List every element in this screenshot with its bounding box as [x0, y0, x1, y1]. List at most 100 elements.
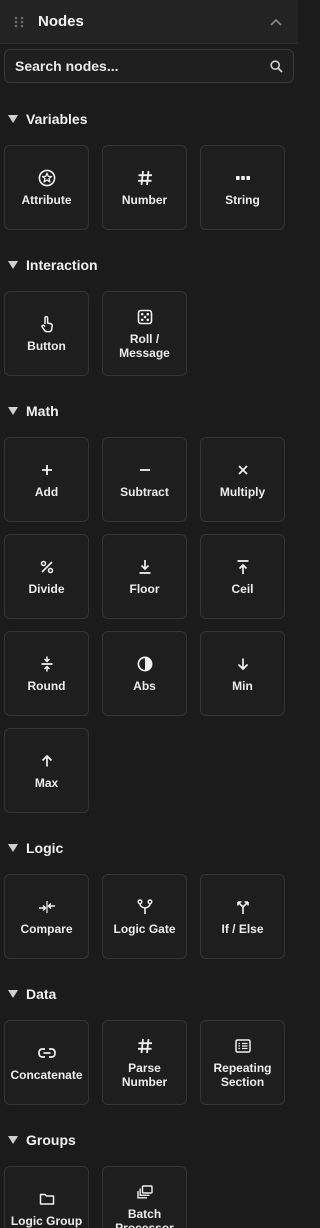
section-interaction: Interaction Button Roll / Message	[0, 255, 298, 376]
caret-down-icon	[8, 114, 18, 124]
node-logic-gate[interactable]: Logic Gate	[102, 874, 187, 959]
minus-icon	[136, 461, 154, 479]
round-icon	[38, 655, 56, 673]
node-label: Round	[27, 678, 66, 693]
node-label: Batch Processor	[115, 1206, 174, 1228]
node-label: Logic Gate	[113, 921, 176, 936]
caret-down-icon	[8, 843, 18, 853]
collapse-button[interactable]	[266, 12, 286, 32]
node-label: Parse Number	[121, 1060, 168, 1089]
section-variables: Variables Attribute Number String	[0, 109, 298, 230]
node-label: Roll / Message	[119, 331, 170, 360]
section-title: Logic	[26, 840, 64, 856]
node-label: Max	[34, 775, 59, 790]
times-icon	[234, 461, 252, 479]
section-header-variables[interactable]: Variables	[0, 109, 298, 129]
section-data: Data Concatenate Parse Number Repeating …	[0, 984, 298, 1105]
node-label: Compare	[20, 921, 73, 936]
ceil-icon	[234, 558, 252, 576]
plus-icon	[38, 461, 56, 479]
split-icon	[234, 898, 252, 916]
node-number[interactable]: Number	[102, 145, 187, 230]
node-label: Repeating Section	[213, 1060, 272, 1089]
node-abs[interactable]: Abs	[102, 631, 187, 716]
node-round[interactable]: Round	[4, 631, 89, 716]
node-label: Add	[34, 484, 59, 499]
link-icon	[37, 1044, 56, 1062]
folder-icon	[38, 1190, 56, 1208]
arrow-down-icon	[234, 655, 252, 673]
nodes-panel: Nodes Variables	[0, 0, 298, 1228]
section-header-interaction[interactable]: Interaction	[0, 255, 298, 275]
node-max[interactable]: Max	[4, 728, 89, 813]
caret-down-icon	[8, 989, 18, 999]
node-label: Min	[232, 678, 253, 693]
node-parse-number[interactable]: Parse Number	[102, 1020, 187, 1105]
panel-title: Nodes	[38, 13, 84, 30]
node-logic-group[interactable]: Logic Group	[4, 1166, 89, 1228]
node-subtract[interactable]: Subtract	[102, 437, 187, 522]
search-box	[4, 49, 294, 83]
node-label: If / Else	[221, 921, 264, 936]
node-label: Ceil	[231, 581, 254, 596]
section-header-data[interactable]: Data	[0, 984, 298, 1004]
list-icon	[234, 1037, 252, 1055]
node-label: Concatenate	[10, 1067, 83, 1082]
search-input[interactable]	[15, 58, 269, 74]
section-title: Interaction	[26, 257, 98, 273]
section-header-logic[interactable]: Logic	[0, 838, 298, 858]
abc-icon	[234, 169, 252, 187]
node-label: Subtract	[120, 484, 169, 499]
node-compare[interactable]: Compare	[4, 874, 89, 959]
search-icon[interactable]	[269, 59, 283, 73]
node-divide[interactable]: Divide	[4, 534, 89, 619]
node-label: Button	[27, 338, 66, 353]
caret-down-icon	[8, 1135, 18, 1145]
section-title: Data	[26, 986, 57, 1002]
node-add[interactable]: Add	[4, 437, 89, 522]
node-label: Divide	[28, 581, 65, 596]
fork-icon	[136, 898, 154, 916]
node-string[interactable]: String	[200, 145, 285, 230]
node-attribute[interactable]: Attribute	[4, 145, 89, 230]
section-title: Math	[26, 403, 59, 419]
section-title: Variables	[26, 111, 88, 127]
section-header-groups[interactable]: Groups	[0, 1130, 298, 1150]
node-floor[interactable]: Floor	[102, 534, 187, 619]
section-title: Groups	[26, 1132, 76, 1148]
drag-handle-icon[interactable]	[12, 15, 26, 29]
chevron-up-icon	[270, 18, 282, 26]
panel-header: Nodes	[0, 0, 298, 44]
section-logic: Logic Compare Logic Gate If / Else	[0, 838, 298, 959]
arrow-up-icon	[38, 752, 56, 770]
node-label: Floor	[129, 581, 160, 596]
node-concatenate[interactable]: Concatenate	[4, 1020, 89, 1105]
hash-icon	[136, 1037, 154, 1055]
node-roll-message[interactable]: Roll / Message	[102, 291, 187, 376]
section-math: Math Add Subtract Multiply Divide Floor …	[0, 401, 298, 813]
node-batch-processor[interactable]: Batch Processor	[102, 1166, 187, 1228]
caret-down-icon	[8, 260, 18, 270]
node-repeating-section[interactable]: Repeating Section	[200, 1020, 285, 1105]
star-circle-icon	[38, 169, 56, 187]
caret-down-icon	[8, 406, 18, 416]
node-button[interactable]: Button	[4, 291, 89, 376]
node-label: Attribute	[21, 192, 72, 207]
node-label: Multiply	[219, 484, 266, 499]
dice-icon	[136, 308, 154, 326]
pointer-icon	[38, 315, 56, 333]
half-circle-icon	[136, 655, 154, 673]
floor-icon	[136, 558, 154, 576]
node-label: Logic Group	[10, 1213, 83, 1228]
section-header-math[interactable]: Math	[0, 401, 298, 421]
node-label: Number	[121, 192, 168, 207]
node-min[interactable]: Min	[200, 631, 285, 716]
hash-icon	[136, 169, 154, 187]
node-ceil[interactable]: Ceil	[200, 534, 285, 619]
stack-icon	[136, 1183, 154, 1201]
compare-icon	[38, 898, 56, 916]
node-label: String	[225, 192, 260, 207]
node-multiply[interactable]: Multiply	[200, 437, 285, 522]
node-if-else[interactable]: If / Else	[200, 874, 285, 959]
section-groups: Groups Logic Group Batch Processor	[0, 1130, 298, 1228]
